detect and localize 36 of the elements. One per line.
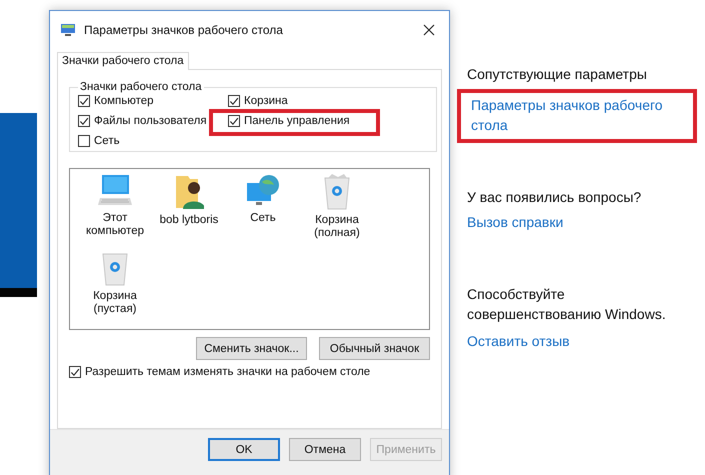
tab[interactable]: Значки рабочего стола bbox=[57, 52, 189, 70]
feedback-link[interactable]: Оставить отзыв bbox=[467, 331, 697, 351]
icon-label: Корзина (пустая) bbox=[92, 290, 138, 316]
desktop-icon bbox=[60, 22, 76, 36]
icon-label: bob lytboris bbox=[158, 214, 220, 227]
icon-button[interactable]: Сменить значок... bbox=[196, 337, 307, 360]
checkbox-label: Сеть bbox=[94, 135, 120, 147]
dialog-button[interactable]: Отмена bbox=[289, 438, 361, 461]
checkbox[interactable] bbox=[228, 115, 240, 127]
checkbox-label: Панель управления bbox=[244, 115, 350, 127]
checkbox[interactable] bbox=[69, 366, 81, 378]
icon-label: Этот компьютер bbox=[85, 212, 145, 238]
window-title: Параметры значков рабочего стола bbox=[84, 22, 284, 36]
checkbox-label: Разрешить темам изменять значки на рабочем столе bbox=[85, 366, 370, 378]
section-heading: Способствуйте совершенствованию Windows. bbox=[467, 285, 667, 324]
help-link[interactable]: Вызов справки bbox=[467, 212, 697, 232]
checkbox[interactable] bbox=[78, 135, 90, 147]
section-heading: У вас появились вопросы? bbox=[467, 189, 642, 205]
network-icon[interactable] bbox=[246, 174, 280, 208]
close-icon[interactable] bbox=[423, 24, 435, 36]
checkbox-label: Корзина bbox=[244, 95, 288, 107]
checkbox[interactable] bbox=[78, 115, 90, 127]
recycle-bin-icon[interactable] bbox=[322, 174, 352, 210]
icon-button[interactable]: Обычный значок bbox=[319, 337, 430, 360]
checkbox[interactable] bbox=[78, 95, 90, 107]
dialog-button[interactable]: OK bbox=[208, 438, 280, 461]
group-title: Значки рабочего стола bbox=[79, 81, 203, 93]
settings-link[interactable]: Параметры значков рабочего стола bbox=[471, 95, 683, 135]
checkbox-label: Компьютер bbox=[94, 95, 154, 107]
user-folder-icon[interactable] bbox=[174, 174, 204, 210]
computer-icon[interactable] bbox=[97, 174, 133, 208]
checkbox-label: Файлы пользователя bbox=[94, 115, 207, 127]
checkbox[interactable] bbox=[228, 95, 240, 107]
icon-label: Корзина (полная) bbox=[313, 214, 361, 240]
section-heading: Сопутствующие параметры bbox=[467, 66, 648, 82]
icon-label: Сеть bbox=[249, 212, 277, 225]
